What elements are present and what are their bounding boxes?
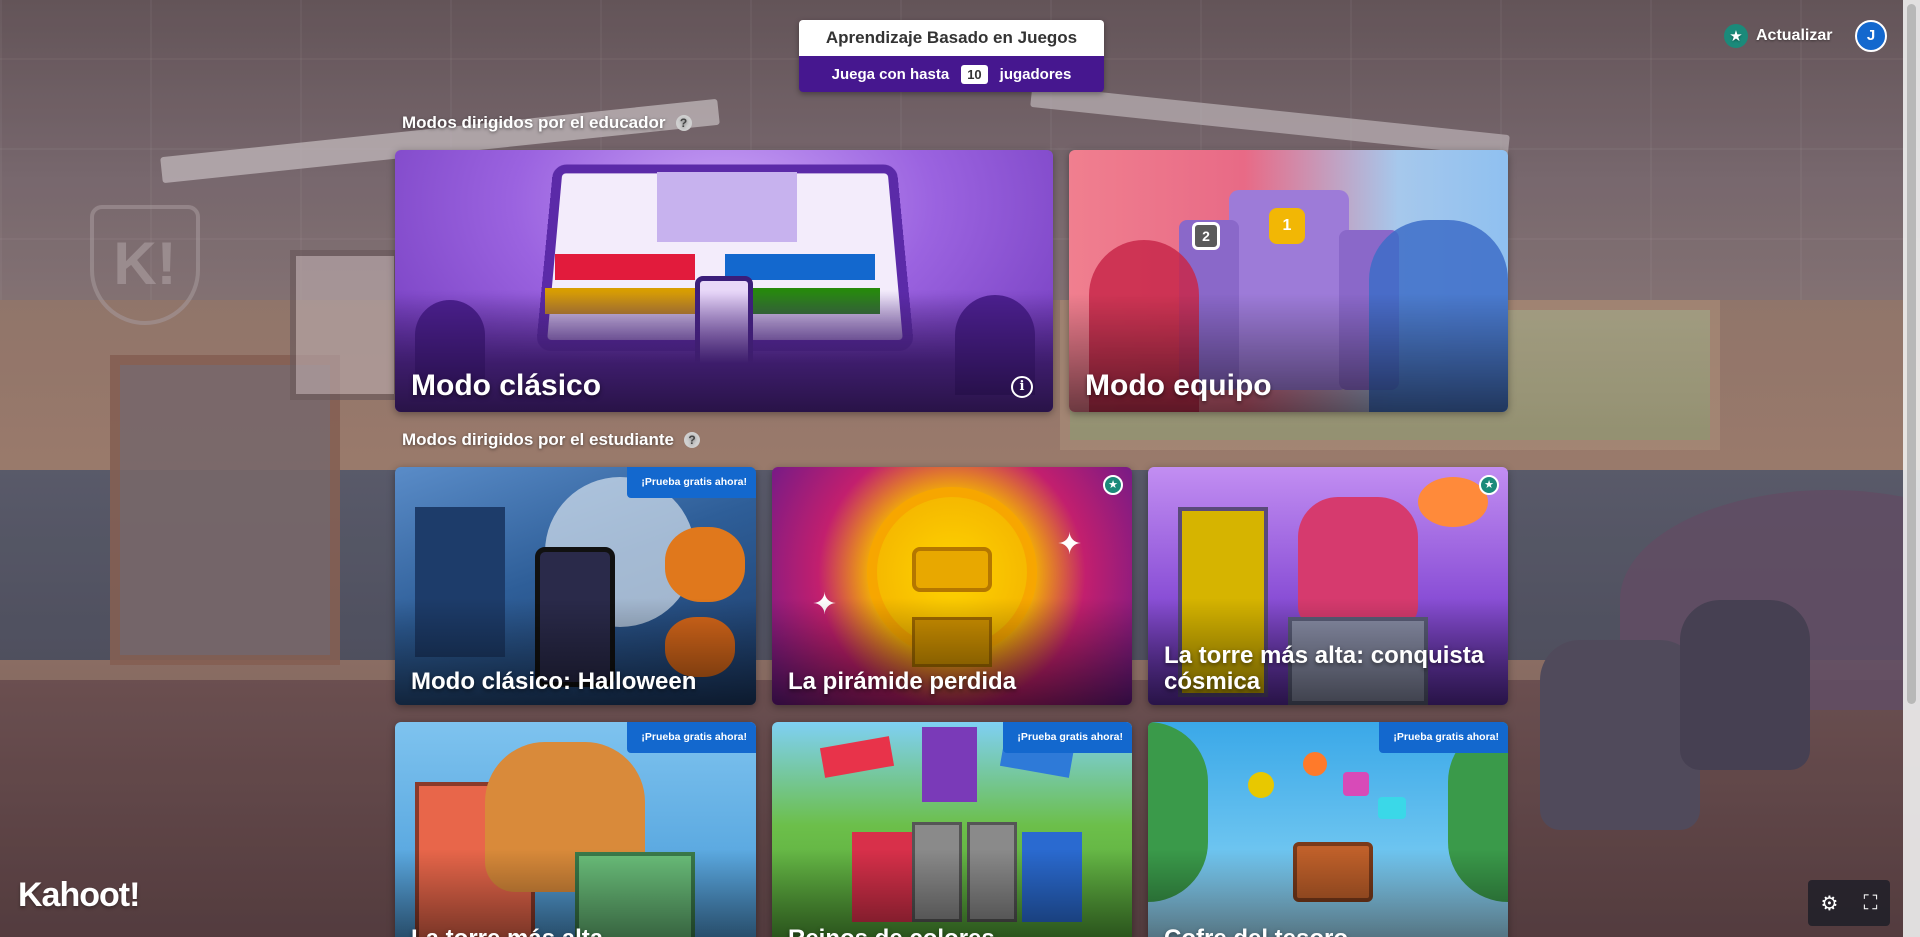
free-trial-badge: ¡Prueba gratis ahora! (627, 722, 756, 753)
classic-halloween-title: Modo clásico: Halloween (411, 669, 740, 695)
star-icon: ★ (1479, 475, 1499, 495)
star-icon: ★ (1103, 475, 1123, 495)
kahoot-logo: Kahoot! (18, 876, 139, 915)
teacher-led-title-text: Modos dirigidos por el educador (402, 113, 666, 133)
user-avatar[interactable]: J (1855, 20, 1887, 52)
classic-mode-title: Modo clásico (411, 370, 1037, 402)
page-scrollbar[interactable] (1903, 0, 1920, 937)
gear-icon[interactable]: ⚙ (1821, 891, 1839, 916)
banner-title: Aprendizaje Basado en Juegos (799, 20, 1104, 56)
treasure-chest-title: Cofre del tesoro (1164, 926, 1492, 937)
student-led-section-title: Modos dirigidos por el estudiante ? (402, 430, 700, 450)
star-icon: ★ (1724, 24, 1748, 48)
upgrade-label: Actualizar (1756, 27, 1832, 45)
free-trial-badge: ¡Prueba gratis ahora! (1003, 722, 1132, 753)
tallest-tower-cosmic-title: La torre más alta: conquista cósmica (1164, 643, 1492, 695)
scrollbar-thumb[interactable] (1907, 4, 1916, 704)
color-kingdoms-title: Reinos de colores (788, 926, 1116, 937)
player-limit: Juega con hasta 10 jugadores (799, 56, 1104, 92)
classic-halloween-card[interactable]: ¡Prueba gratis ahora! Modo clásico: Hall… (395, 467, 756, 705)
player-count-badge: 10 (961, 65, 987, 84)
tallest-tower-cosmic-card[interactable]: ★ La torre más alta: conquista cósmica (1148, 467, 1508, 705)
classic-mode-card[interactable]: Modo clásico i (395, 150, 1053, 412)
info-icon[interactable]: i (1011, 376, 1033, 398)
treasure-chest-card[interactable]: ¡Prueba gratis ahora! Cofre del tesoro (1148, 722, 1508, 937)
bottom-toolbar: ⚙ ⛶ (1808, 880, 1890, 926)
color-kingdoms-card[interactable]: ¡Prueba gratis ahora! Reinos de colores (772, 722, 1132, 937)
tallest-tower-card[interactable]: ¡Prueba gratis ahora! La torre más alta (395, 722, 756, 937)
upgrade-button[interactable]: ★ Actualizar (1724, 22, 1832, 50)
lost-pyramid-title: La pirámide perdida (788, 669, 1116, 695)
teacher-led-section-title: Modos dirigidos por el educador ? (402, 113, 692, 133)
team-mode-title: Modo equipo (1085, 370, 1492, 402)
team-mode-card[interactable]: 1 2 Modo equipo (1069, 150, 1508, 412)
game-based-learning-banner: Aprendizaje Basado en Juegos Juega con h… (799, 20, 1104, 92)
help-icon[interactable]: ? (676, 115, 692, 131)
player-limit-suffix: jugadores (1000, 66, 1072, 83)
help-icon[interactable]: ? (684, 432, 700, 448)
tallest-tower-title: La torre más alta (411, 926, 740, 937)
free-trial-badge: ¡Prueba gratis ahora! (627, 467, 756, 498)
fullscreen-icon[interactable]: ⛶ (1863, 892, 1877, 915)
student-led-title-text: Modos dirigidos por el estudiante (402, 430, 674, 450)
lost-pyramid-card[interactable]: ✦ ✦ ★ La pirámide perdida (772, 467, 1132, 705)
player-limit-prefix: Juega con hasta (832, 66, 950, 83)
free-trial-badge: ¡Prueba gratis ahora! (1379, 722, 1508, 753)
